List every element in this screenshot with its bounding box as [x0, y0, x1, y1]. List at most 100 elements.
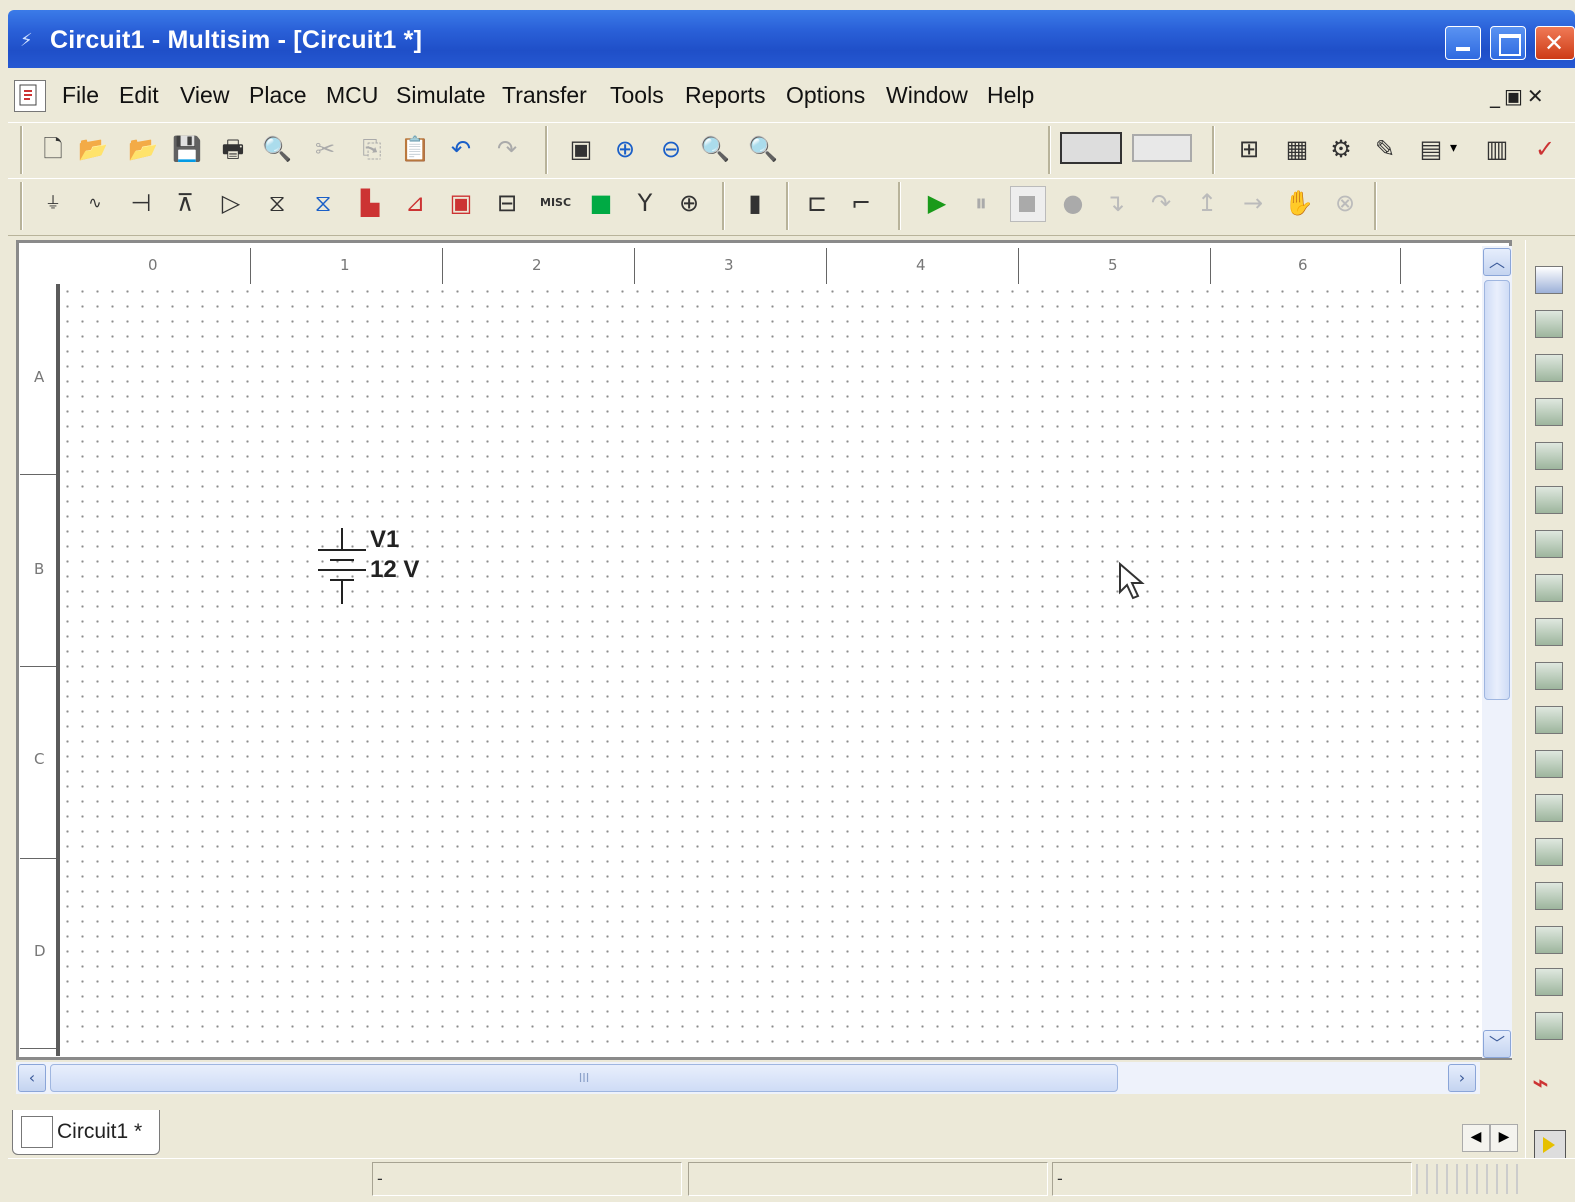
remove-breakpoints-icon[interactable]: ⊗ — [1330, 188, 1360, 218]
vertical-scroll-thumb[interactable] — [1484, 280, 1510, 700]
menu-file[interactable]: File — [62, 82, 99, 109]
stop-simulation-button[interactable] — [1010, 186, 1046, 222]
logic-analyzer-icon[interactable] — [1535, 618, 1563, 646]
paste-icon[interactable]: 📋 — [400, 134, 430, 164]
agilent-multimeter-icon[interactable] — [1535, 926, 1563, 954]
run-to-cursor-icon[interactable]: → — [1238, 188, 1268, 218]
dc-voltage-source-icon[interactable] — [312, 528, 372, 606]
toggle-breakpoint-icon[interactable]: ✋ — [1284, 188, 1314, 218]
place-indicator-icon[interactable]: ▣ — [446, 188, 476, 218]
component-wizard-icon[interactable]: ✎ — [1370, 134, 1400, 164]
four-channel-oscilloscope-icon[interactable] — [1535, 442, 1563, 470]
multisim-app-icon[interactable]: ⚡ — [20, 30, 42, 51]
place-ttl-icon[interactable]: ⧖ — [262, 188, 292, 218]
open-samples-icon[interactable]: 📂 — [128, 134, 158, 164]
menu-simulate[interactable]: Simulate — [396, 82, 485, 109]
menu-mcu[interactable]: MCU — [326, 82, 378, 109]
new-file-icon[interactable]: 🗋 — [38, 134, 68, 164]
place-misc-icon[interactable]: MISC — [540, 188, 571, 218]
full-screen-icon[interactable]: ▣ — [566, 134, 596, 164]
step-over-icon[interactable]: ↷ — [1146, 188, 1176, 218]
component-ref-label[interactable]: V1 — [370, 526, 399, 554]
menu-tools[interactable]: Tools — [610, 82, 664, 109]
postprocessor-icon[interactable]: ▥ — [1482, 134, 1512, 164]
tab-scroll-right-button[interactable]: ▶ — [1490, 1124, 1518, 1152]
menu-place[interactable]: Place — [249, 82, 307, 109]
undo-icon[interactable]: ↶ — [446, 134, 476, 164]
logic-converter-icon[interactable] — [1535, 662, 1563, 690]
component-value-label[interactable]: 12 V — [370, 556, 419, 584]
agilent-oscilloscope-icon[interactable] — [1535, 968, 1563, 996]
measurement-probe-icon[interactable]: ⌁ — [1532, 1066, 1566, 1100]
breakpoint-icon[interactable]: ● — [1058, 188, 1088, 218]
oscilloscope-icon[interactable] — [1535, 398, 1563, 426]
multimeter-icon[interactable] — [1535, 266, 1563, 294]
database-manager-icon[interactable]: ⚙ — [1326, 134, 1356, 164]
scroll-right-button[interactable]: › — [1448, 1064, 1476, 1092]
minimize-button[interactable] — [1445, 26, 1481, 60]
menu-help[interactable]: Help — [987, 82, 1034, 109]
run-simulation-icon[interactable]: ▶ — [922, 188, 952, 218]
pause-simulation-icon[interactable]: ⏸ — [966, 188, 996, 218]
place-mixed-icon[interactable]: ⊿ — [400, 188, 430, 218]
step-into-icon[interactable]: ↴ — [1100, 188, 1130, 218]
menu-options[interactable]: Options — [786, 82, 865, 109]
place-diode-icon[interactable]: ⊣ — [126, 188, 156, 218]
place-analog-icon[interactable]: ▷ — [216, 188, 246, 218]
tab-scroll-left-button[interactable]: ◀ — [1462, 1124, 1490, 1152]
frequency-counter-icon[interactable] — [1535, 530, 1563, 558]
menu-window[interactable]: Window — [886, 82, 968, 109]
tektronix-oscilloscope-icon[interactable] — [1535, 1012, 1563, 1040]
agilent-function-generator-icon[interactable] — [1535, 882, 1563, 910]
grapher-icon[interactable]: ▤ — [1416, 134, 1446, 164]
distortion-analyzer-icon[interactable] — [1535, 750, 1563, 778]
print-icon[interactable]: 🖶 — [218, 134, 248, 164]
place-misc-digital-icon[interactable]: ▙ — [355, 188, 385, 218]
copy-icon[interactable]: ⎘ — [357, 134, 387, 164]
design-toolbox-icon[interactable]: ⊞ — [1234, 134, 1264, 164]
place-basic-icon[interactable]: ∿ — [80, 188, 110, 218]
schematic-canvas[interactable] — [60, 284, 1480, 1054]
place-advanced-peripherals-icon[interactable]: ■ — [586, 188, 616, 218]
print-preview-icon[interactable]: 🔍 — [262, 134, 292, 164]
menu-edit[interactable]: Edit — [119, 82, 159, 109]
zoom-fit-icon[interactable]: 🔍 — [748, 134, 778, 164]
step-out-icon[interactable]: ↥ — [1192, 188, 1222, 218]
scroll-up-button[interactable]: ︿ — [1483, 248, 1511, 276]
tab-circuit1[interactable]: Circuit1 * — [12, 1110, 160, 1155]
spectrum-analyzer-icon[interactable] — [1535, 794, 1563, 822]
menu-reports[interactable]: Reports — [685, 82, 766, 109]
place-rf-icon[interactable]: Y — [630, 188, 660, 218]
scroll-left-button[interactable]: ‹ — [18, 1064, 46, 1092]
save-icon[interactable]: 💾 — [172, 134, 202, 164]
close-button[interactable]: ✕ — [1535, 26, 1575, 60]
place-source-icon[interactable]: ⏚ — [38, 188, 68, 218]
bus-icon[interactable]: ⌐ — [846, 188, 876, 218]
word-generator-icon[interactable] — [1535, 574, 1563, 602]
cut-icon[interactable]: ✂ — [310, 134, 340, 164]
wattmeter-icon[interactable] — [1535, 354, 1563, 382]
chevron-down-icon[interactable]: ▾ — [1450, 140, 1457, 156]
iv-analyzer-icon[interactable] — [1535, 706, 1563, 734]
toolbar-grip[interactable] — [20, 182, 23, 230]
document-icon[interactable] — [14, 80, 46, 112]
function-generator-icon[interactable] — [1535, 310, 1563, 338]
place-electromechanical-icon[interactable]: ⊕ — [674, 188, 704, 218]
pcb-view-icon[interactable] — [1132, 134, 1192, 162]
place-mcu-icon[interactable]: ▮ — [740, 188, 770, 218]
menu-view[interactable]: View — [180, 82, 229, 109]
place-cmos-icon[interactable]: ⧖ — [308, 188, 338, 218]
place-power-component-icon[interactable]: ⊟ — [492, 188, 522, 218]
bode-plotter-icon[interactable] — [1535, 486, 1563, 514]
scroll-down-button[interactable]: ﹀ — [1483, 1030, 1511, 1058]
maximize-button[interactable] — [1490, 26, 1526, 60]
zoom-out-icon[interactable]: ⊖ — [656, 134, 686, 164]
toolbar-grip[interactable] — [20, 126, 23, 174]
place-transistor-icon[interactable]: ⊼ — [170, 188, 200, 218]
menu-transfer[interactable]: Transfer — [502, 82, 587, 109]
mdi-window-controls[interactable]: _▣✕ — [1490, 84, 1548, 108]
electrical-rules-check-icon[interactable]: ✓ — [1530, 134, 1560, 164]
hierarchical-block-icon[interactable]: ⊏ — [802, 188, 832, 218]
labview-instrument-icon[interactable] — [1534, 1130, 1566, 1160]
open-folder-icon[interactable]: 📂 — [78, 134, 108, 164]
